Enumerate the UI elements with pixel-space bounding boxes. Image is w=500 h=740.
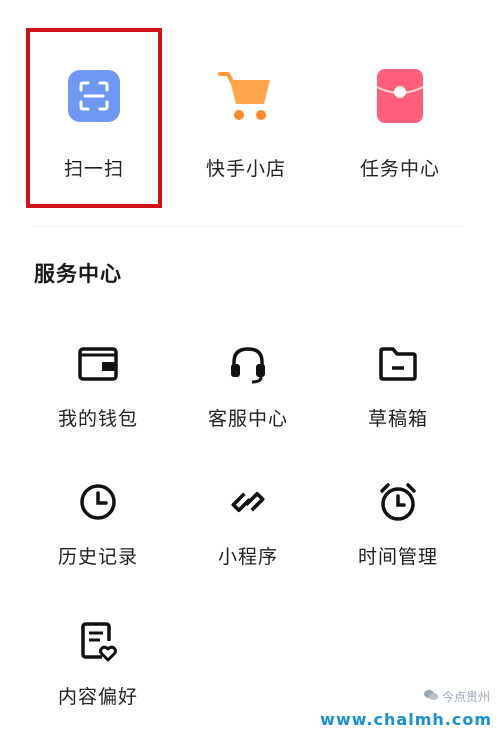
history-button[interactable]: 历史记录: [23, 480, 173, 600]
watermark-text: 今点贵州: [441, 690, 490, 704]
task-center-label: 任务中心: [359, 158, 440, 180]
wallet-button[interactable]: 我的钱包: [23, 342, 173, 462]
folder-icon: [376, 342, 420, 386]
content-preference-label: 内容偏好: [57, 686, 138, 708]
alarm-clock-icon: [376, 480, 420, 524]
headset-icon: [226, 342, 270, 386]
wechat-icon: [423, 689, 438, 704]
watermark-url: www.chalmh.com: [320, 710, 492, 729]
wallet-icon: [76, 342, 120, 386]
document-heart-icon: [76, 620, 120, 664]
wallet-label: 我的钱包: [57, 408, 138, 430]
drafts-label: 草稿箱: [367, 408, 428, 430]
mini-program-label: 小程序: [217, 546, 278, 568]
highlight-box: [26, 28, 162, 208]
clock-icon: [76, 480, 120, 524]
time-management-label: 时间管理: [357, 546, 438, 568]
mini-program-button[interactable]: 小程序: [173, 480, 323, 600]
mini-program-icon: [226, 480, 270, 524]
drafts-button[interactable]: 草稿箱: [323, 342, 473, 462]
kuaishou-shop-label: 快手小店: [205, 158, 286, 180]
service-center-title: 服务中心: [34, 262, 122, 286]
history-label: 历史记录: [57, 546, 138, 568]
red-envelope-icon: [370, 66, 430, 126]
customer-service-button[interactable]: 客服中心: [173, 342, 323, 462]
time-management-button[interactable]: 时间管理: [323, 480, 473, 600]
customer-service-label: 客服中心: [207, 408, 288, 430]
cart-icon: [216, 66, 276, 126]
kuaishou-shop-button[interactable]: 快手小店: [178, 28, 314, 208]
divider: [34, 226, 464, 227]
task-center-button[interactable]: 任务中心: [332, 28, 468, 208]
watermark-badge: 今点贵州: [423, 688, 490, 705]
content-preference-button[interactable]: 内容偏好: [23, 620, 173, 740]
